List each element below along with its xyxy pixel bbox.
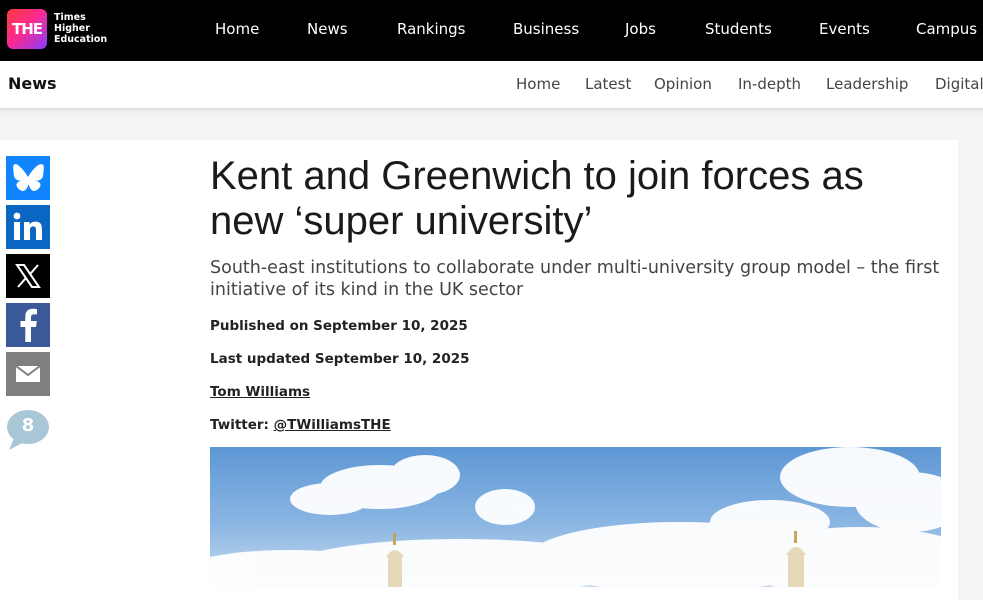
bluesky-icon <box>13 164 44 192</box>
main-nav-rankings[interactable]: Rankings <box>397 20 466 38</box>
section-title: News <box>8 74 57 93</box>
facebook-share-button[interactable] <box>6 303 50 347</box>
main-nav-jobs[interactable]: Jobs <box>625 20 656 38</box>
email-share-button[interactable] <box>6 352 50 396</box>
main-nav-students[interactable]: Students <box>705 20 772 38</box>
main-nav-news[interactable]: News <box>307 20 348 38</box>
section-subnav: News Home Latest Opinion In-depth Leader… <box>0 61 983 109</box>
published-date: Published on September 10, 2025 <box>210 318 468 334</box>
top-navigation-bar: THE Times Higher Education Home News Ran… <box>0 0 983 61</box>
comment-count: 8 <box>21 415 35 436</box>
x-share-button[interactable] <box>6 254 50 298</box>
subnav-latest[interactable]: Latest <box>585 75 631 93</box>
article: 8 Kent and Greenwich to join forces as n… <box>0 140 958 600</box>
subnav-home[interactable]: Home <box>516 75 560 93</box>
twitter-label: Twitter: <box>210 417 269 433</box>
twitter-line: Twitter: @TWilliamsTHE <box>210 417 391 433</box>
main-nav-campus[interactable]: Campus <box>916 20 977 38</box>
twitter-handle-link[interactable]: @TWilliamsTHE <box>274 417 391 433</box>
sky-clouds-illustration <box>210 447 941 587</box>
article-headline: Kent and Greenwich to join forces as new… <box>210 154 864 243</box>
main-nav: Home News Rankings Business Jobs Student… <box>0 0 983 61</box>
linkedin-share-button[interactable] <box>6 205 50 249</box>
updated-date: Last updated September 10, 2025 <box>210 351 470 367</box>
subnav-leadership[interactable]: Leadership <box>826 75 908 93</box>
main-nav-events[interactable]: Events <box>819 20 870 38</box>
main-nav-home[interactable]: Home <box>215 20 259 38</box>
bluesky-share-button[interactable] <box>6 156 50 200</box>
hero-image <box>210 447 941 587</box>
facebook-icon <box>20 308 37 342</box>
x-icon <box>15 264 41 288</box>
subnav-in-depth[interactable]: In-depth <box>738 75 801 93</box>
article-standfirst: South-east institutions to collaborate u… <box>210 258 940 300</box>
linkedin-icon <box>13 212 42 240</box>
comments-count-button[interactable]: 8 <box>6 408 50 452</box>
main-nav-business[interactable]: Business <box>513 20 579 38</box>
subnav-opinion[interactable]: Opinion <box>654 75 712 93</box>
subnav-digital[interactable]: Digital <box>935 75 983 93</box>
email-icon <box>15 365 41 382</box>
author-link[interactable]: Tom Williams <box>210 384 310 400</box>
